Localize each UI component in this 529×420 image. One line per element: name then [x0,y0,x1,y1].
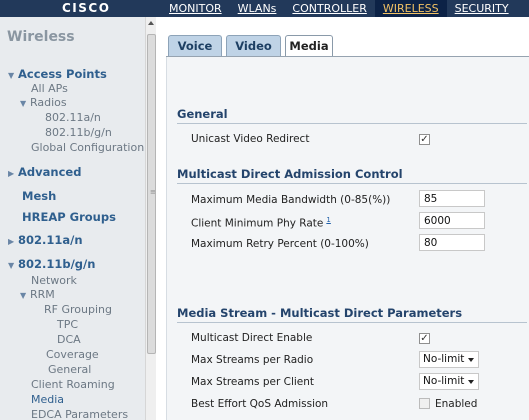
client-min-phy-rate-input[interactable] [419,212,485,229]
sidebar-item-80211an-radio[interactable]: 802.11a/n [45,111,101,124]
section-heading-media-stream: Media Stream - Multicast Direct Paramete… [177,306,463,320]
nav-controller[interactable]: CONTROLLER [284,0,374,17]
sidebar-item-client-roaming[interactable]: Client Roaming [31,378,115,391]
multicast-direct-enable-label: Multicast Direct Enable [191,332,313,344]
sidebar-item-hreap-groups[interactable]: HREAP Groups [22,210,116,224]
nav-wlans[interactable]: WLANs [230,0,285,17]
best-effort-qos-checkbox[interactable] [419,398,430,409]
sidebar-item-radios[interactable]: ▼ Radios [20,96,67,109]
max-media-bandwidth-label: Maximum Media Bandwidth (0-85(%)) [191,194,391,206]
section-divider [177,322,527,323]
expanded-triangle-icon: ▼ [8,71,15,80]
sidebar-item-advanced[interactable]: ▶ Advanced [8,165,81,179]
max-retry-percent-label: Maximum Retry Percent (0-100%) [191,238,369,250]
section-heading-admission-control: Multicast Direct Admission Control [177,167,403,181]
max-media-bandwidth-input[interactable] [419,190,485,207]
tab-media[interactable]: Media [285,35,333,58]
nav-wireless[interactable]: WIRELESS [374,0,447,17]
collapsed-triangle-icon: ▶ [8,237,15,246]
sidebar-item-80211bgn-radio[interactable]: 802.11b/g/n [45,126,112,139]
max-streams-radio-select[interactable]: No-limit [419,351,479,368]
sidebar-scrollbar[interactable]: ≡ [145,17,156,420]
sidebar-item-dca[interactable]: DCA [57,333,81,346]
multicast-direct-enable-checkbox[interactable]: ✓ [419,333,430,344]
tab-voice[interactable]: Voice [168,35,222,57]
sidebar-item-general[interactable]: General [48,363,91,376]
sidebar-item-rrm[interactable]: ▼ RRM [20,288,55,301]
nav-security[interactable]: SECURITY [447,0,517,17]
top-bar: CISCO MONITOR WLANs CONTROLLER WIRELESS … [0,0,529,17]
sidebar-item-edca-parameters[interactable]: EDCA Parameters [31,408,128,420]
sidebar-item-mesh[interactable]: Mesh [22,189,56,203]
main-panel: Voice Video Media General Unicast Video … [156,17,529,420]
collapsed-triangle-icon: ▶ [8,169,15,178]
sidebar-item-80211bgn[interactable]: ▼ 802.11b/g/n [8,257,95,271]
unicast-video-redirect-checkbox[interactable]: ✓ [419,134,430,145]
unicast-video-redirect-label: Unicast Video Redirect [191,133,310,145]
scrollbar-thumb[interactable]: ≡ [147,34,156,354]
scroll-up-arrow-icon[interactable] [148,21,154,25]
best-effort-qos-enabled-label: Enabled [435,398,478,410]
nav-monitor[interactable]: MONITOR [165,0,230,17]
top-nav: MONITOR WLANs CONTROLLER WIRELESS SECURI… [165,0,517,17]
dropdown-arrow-icon [468,358,474,362]
footnote-link[interactable]: 1 [326,216,330,224]
max-streams-client-select[interactable]: No-limit [419,373,479,390]
sidebar-item-network[interactable]: Network [31,274,77,287]
sidebar-item-access-points[interactable]: ▼ Access Points [8,67,107,81]
sidebar: Wireless ▼ Access Points All APs ▼ Radios … [0,17,145,420]
max-retry-percent-input[interactable] [419,234,485,251]
sidebar-title: Wireless [7,29,75,45]
sidebar-item-global-configuration[interactable]: Global Configuration [31,141,144,154]
media-settings-content: General Unicast Video Redirect ✓ Multica… [166,57,529,420]
grip-icon: ≡ [150,188,156,196]
section-heading-general: General [177,107,228,121]
dropdown-arrow-icon [468,380,474,384]
sidebar-item-tpc[interactable]: TPC [57,318,78,331]
section-divider [177,183,527,184]
max-streams-client-label: Max Streams per Client [191,376,315,388]
max-streams-radio-label: Max Streams per Radio [191,354,314,366]
expanded-triangle-icon: ▼ [20,291,27,300]
section-divider [177,123,527,124]
tab-video[interactable]: Video [226,35,281,57]
best-effort-qos-label: Best Effort QoS Admission [191,398,329,410]
cisco-logo: CISCO [62,1,111,15]
sidebar-item-rf-grouping[interactable]: RF Grouping [44,303,112,316]
sidebar-item-coverage[interactable]: Coverage [46,348,99,361]
expanded-triangle-icon: ▼ [20,99,27,108]
sidebar-item-80211an[interactable]: ▶ 802.11a/n [8,233,83,247]
client-min-phy-rate-label: Client Minimum Phy Rate 1 [191,216,331,230]
tab-bar: Voice Video Media [156,17,529,58]
sidebar-item-all-aps[interactable]: All APs [31,82,68,95]
expanded-triangle-icon: ▼ [8,261,15,270]
sidebar-item-media[interactable]: Media [31,393,64,406]
